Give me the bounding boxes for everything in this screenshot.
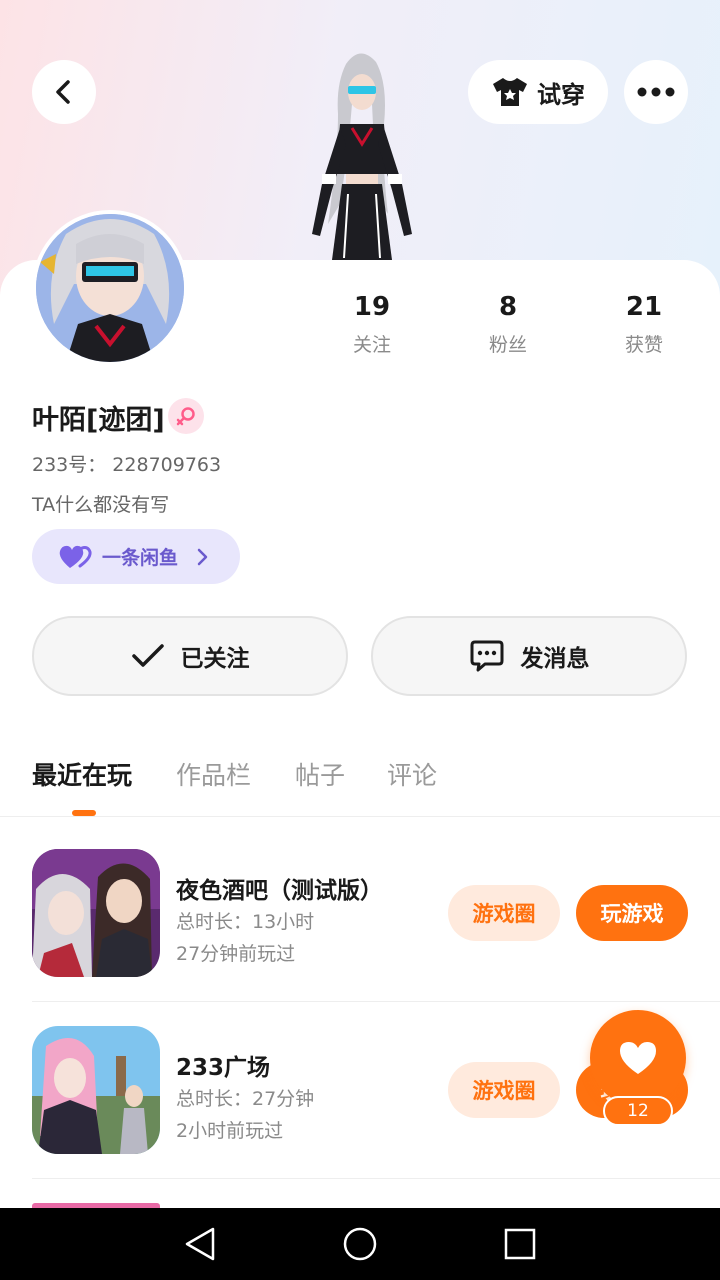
- stat-following-value: 19: [353, 292, 391, 322]
- game-title: 233广场: [176, 1055, 271, 1081]
- back-button[interactable]: [32, 60, 96, 124]
- game-title: 夜色酒吧（测试版）: [176, 878, 383, 904]
- stat-likes-label: 获赞: [624, 334, 663, 356]
- stat-likes-value: 21: [625, 292, 663, 322]
- stat-followers-value: 8: [498, 292, 518, 322]
- play-game-button[interactable]: 玩游戏: [576, 885, 688, 941]
- group-name: 一条闲鱼: [102, 547, 179, 569]
- stat-following-label: 关注: [352, 334, 391, 356]
- gender-badge: [168, 398, 204, 434]
- game-circle-button[interactable]: 游戏圈: [448, 1062, 560, 1118]
- stat-following[interactable]: 19 关注: [312, 292, 432, 357]
- send-message-button[interactable]: 发消息: [371, 616, 687, 696]
- game-circle-button[interactable]: 游戏圈: [448, 885, 560, 941]
- user-bio: TA什么都没有写: [32, 494, 170, 516]
- check-icon: [131, 644, 164, 667]
- user-id: 233号： 228709763: [32, 454, 222, 476]
- nav-back-button[interactable]: [180, 1224, 220, 1264]
- row-divider: [32, 1001, 720, 1002]
- follow-button[interactable]: 已关注: [32, 616, 348, 696]
- game-total-duration: 总时长：27分钟: [176, 1088, 315, 1110]
- nav-home-button[interactable]: [340, 1224, 380, 1264]
- game-last-played: 27分钟前玩过: [176, 943, 296, 965]
- stat-followers-label: 粉丝: [488, 334, 527, 356]
- tabs-divider: [0, 816, 720, 817]
- tab-works[interactable]: 作品栏: [176, 756, 251, 792]
- chevron-left-icon: [56, 80, 70, 104]
- send-message-label: 发消息: [520, 646, 590, 672]
- tab-recently-played[interactable]: 最近在玩: [32, 756, 132, 792]
- chevron-right-icon: [197, 548, 208, 565]
- stat-followers[interactable]: 8 粉丝: [448, 292, 568, 357]
- floating-like-button[interactable]: [590, 1010, 686, 1106]
- heart-pair-icon: [59, 545, 92, 568]
- system-navigation-bar: [0, 1208, 720, 1280]
- like-count-badge: 12: [603, 1096, 673, 1126]
- stat-likes[interactable]: 21 获赞: [584, 292, 704, 357]
- game-icon-night-bar[interactable]: [32, 849, 160, 977]
- game-icon-233-plaza[interactable]: [32, 1026, 160, 1154]
- character-model-image: [312, 53, 412, 260]
- shirt-icon: [493, 78, 527, 106]
- tab-posts[interactable]: 帖子: [295, 756, 345, 792]
- row-divider: [32, 1178, 720, 1179]
- triangle-back-icon: [185, 1227, 215, 1261]
- username: 叶陌[迹团]: [32, 405, 165, 436]
- group-pill[interactable]: 一条闲鱼: [32, 529, 240, 584]
- try-on-button[interactable]: 试穿: [468, 60, 608, 124]
- game-last-played: 2小时前玩过: [176, 1120, 284, 1142]
- follow-label: 已关注: [180, 646, 250, 672]
- avatar[interactable]: [32, 210, 188, 366]
- more-dots-icon: [637, 87, 675, 97]
- try-on-label: 试穿: [537, 80, 585, 109]
- square-recents-icon: [504, 1228, 536, 1260]
- circle-home-icon: [343, 1227, 377, 1261]
- tab-comments[interactable]: 评论: [387, 756, 437, 792]
- avatar-image: [36, 214, 184, 362]
- heart-icon: [620, 1042, 656, 1074]
- nav-recents-button[interactable]: [500, 1224, 540, 1264]
- more-options-button[interactable]: [624, 60, 688, 124]
- female-icon: [176, 407, 195, 426]
- game-list-item[interactable]: 夜色酒吧（测试版） 总时长：13小时 27分钟前玩过 游戏圈 玩游戏: [0, 849, 720, 1025]
- game-total-duration: 总时长：13小时: [176, 911, 315, 933]
- chat-bubble-icon: [470, 640, 503, 672]
